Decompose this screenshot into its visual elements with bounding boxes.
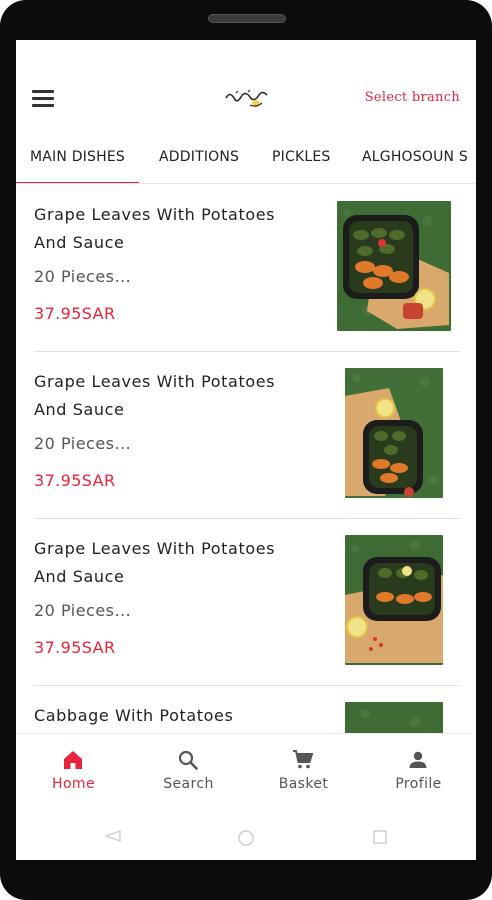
- home-icon: [64, 751, 82, 769]
- tab-pickles[interactable]: PICKLES: [272, 140, 330, 183]
- bottom-navigation: Home Search Basket Profile: [16, 733, 476, 813]
- nav-search[interactable]: Search: [131, 734, 246, 814]
- item-description: 20 Pieces...: [34, 434, 132, 453]
- tab-alghosoun[interactable]: ALGHOSOUN S: [362, 140, 468, 183]
- home-key-icon[interactable]: [237, 829, 255, 847]
- nav-profile[interactable]: Profile: [361, 734, 476, 814]
- category-tabs: MAIN DISHES ADDITIONS PICKLES ALGHOSOUN …: [16, 140, 476, 184]
- nav-search-label: Search: [163, 776, 214, 792]
- menu-button[interactable]: [32, 90, 54, 108]
- nav-home-label: Home: [52, 776, 95, 792]
- menu-icon-bar: [32, 97, 54, 100]
- menu-item[interactable]: Grape Leaves With Potatoes And Sauce 20 …: [34, 185, 460, 352]
- food-photo-icon: [345, 702, 443, 733]
- tab-additions[interactable]: ADDITIONS: [159, 140, 239, 183]
- select-branch-button[interactable]: Select branch: [365, 90, 460, 105]
- food-photo-icon: [345, 535, 443, 665]
- nav-home[interactable]: Home: [16, 734, 131, 814]
- top-app-bar: Select branch: [16, 40, 476, 154]
- nav-basket[interactable]: Basket: [246, 734, 361, 814]
- menu-item-list: Grape Leaves With Potatoes And Sauce 20 …: [16, 185, 476, 733]
- phone-frame: Select branch MAIN DISHES ADDITIONS PICK…: [0, 0, 492, 900]
- tab-main-dishes[interactable]: MAIN DISHES: [16, 140, 139, 183]
- back-icon[interactable]: [104, 829, 122, 843]
- recents-icon[interactable]: [372, 829, 388, 845]
- menu-item[interactable]: Cabbage With Potatoes: [34, 686, 460, 733]
- system-nav-bar: [16, 813, 476, 860]
- phone-speaker: [208, 14, 286, 23]
- item-name: Grape Leaves With Potatoes And Sauce: [34, 205, 276, 252]
- brand-logo: [216, 68, 276, 128]
- item-name: Grape Leaves With Potatoes And Sauce: [34, 372, 276, 419]
- menu-item[interactable]: Grape Leaves With Potatoes And Sauce 20 …: [34, 352, 460, 519]
- search-icon: [178, 750, 198, 770]
- item-price: 37.95SAR: [34, 638, 116, 657]
- item-price: 37.95SAR: [34, 304, 116, 323]
- person-icon: [409, 751, 427, 768]
- item-description: 20 Pieces...: [34, 267, 132, 286]
- nav-profile-label: Profile: [395, 776, 442, 792]
- nav-basket-label: Basket: [278, 776, 329, 792]
- item-price: 37.95SAR: [34, 471, 116, 490]
- food-photo-icon: [345, 368, 443, 498]
- menu-item[interactable]: Grape Leaves With Potatoes And Sauce 20 …: [34, 519, 460, 686]
- item-name: Grape Leaves With Potatoes And Sauce: [34, 539, 276, 586]
- app-screen: Select branch MAIN DISHES ADDITIONS PICK…: [16, 40, 476, 860]
- menu-icon-bar: [32, 104, 54, 107]
- menu-icon-bar: [32, 90, 54, 93]
- item-description: 20 Pieces...: [34, 601, 132, 620]
- cart-icon: [293, 750, 314, 769]
- item-name: Cabbage With Potatoes: [34, 706, 234, 725]
- food-photo-icon: [337, 201, 451, 331]
